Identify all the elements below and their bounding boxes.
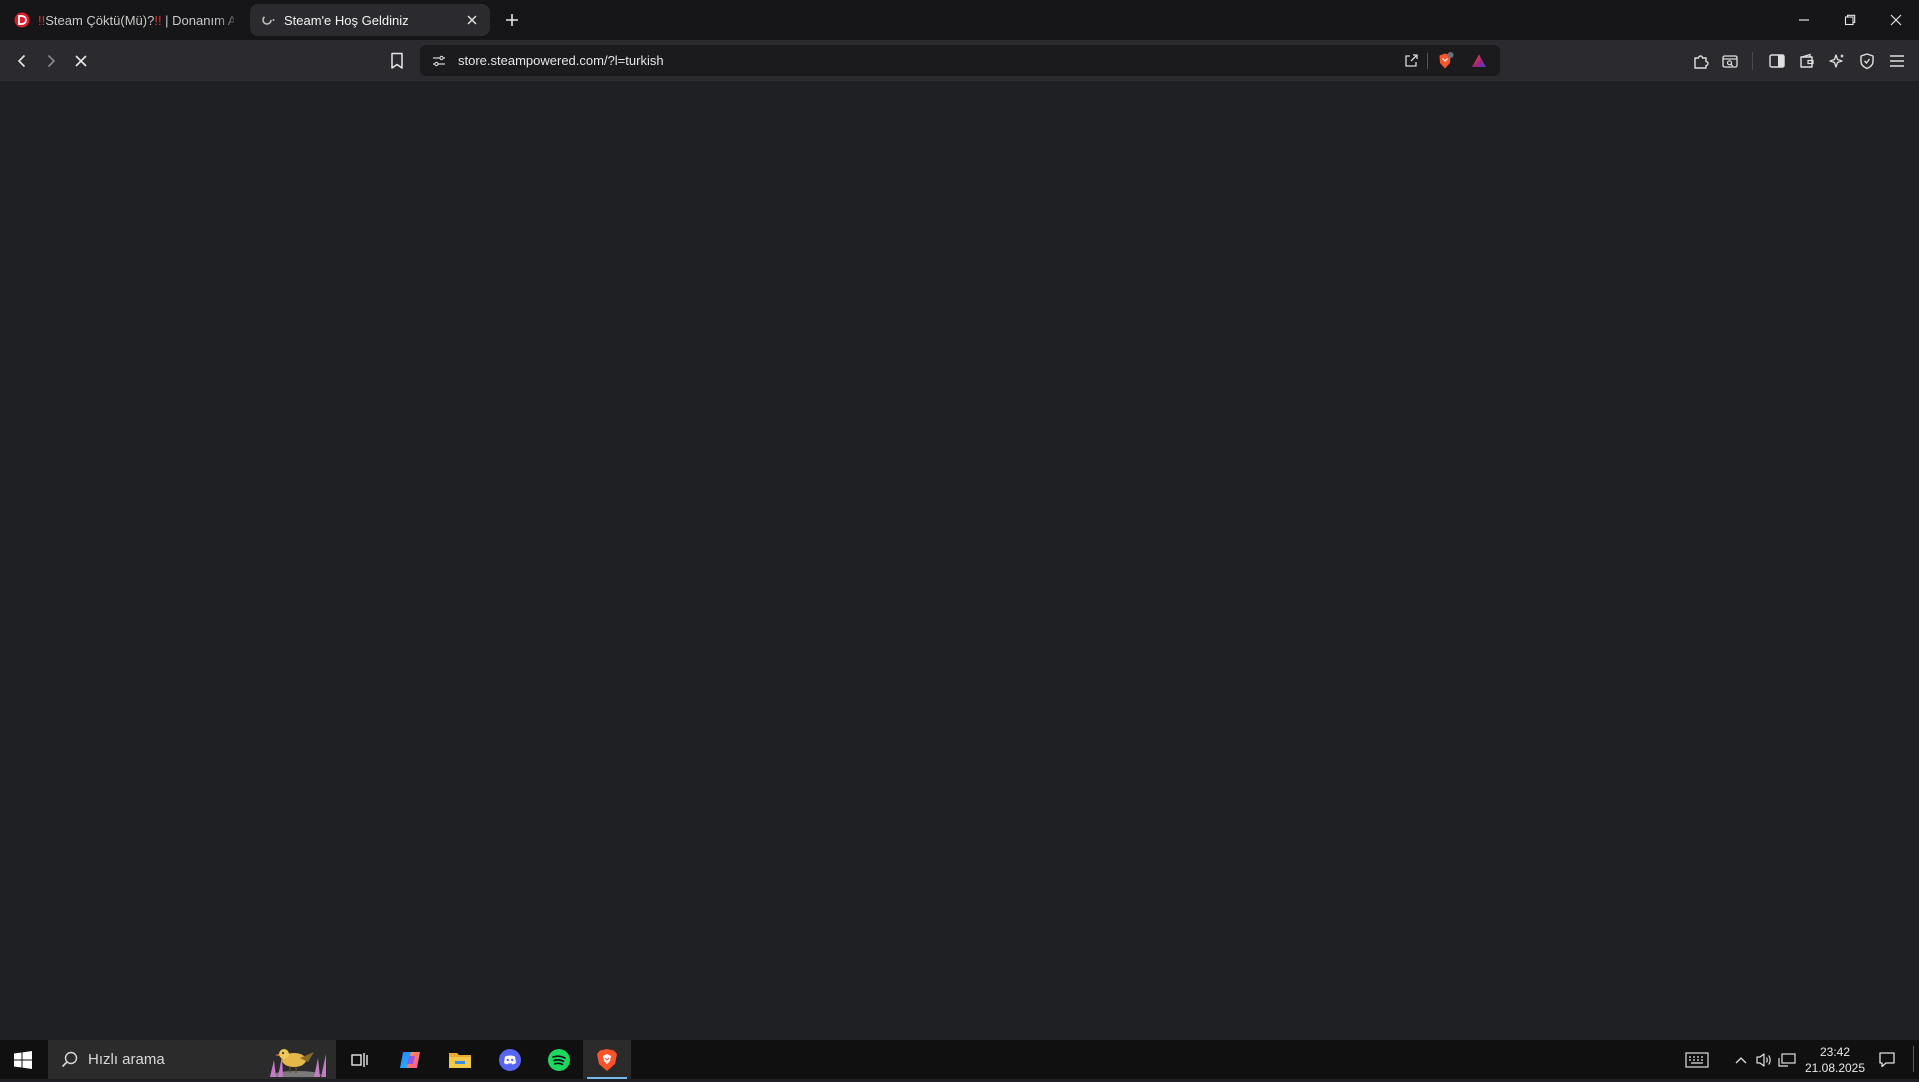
notification-center-icon[interactable] xyxy=(1872,1040,1902,1079)
forward-icon[interactable] xyxy=(38,48,64,74)
extensions-icon[interactable] xyxy=(1688,48,1714,74)
search-placeholder: Hızlı arama xyxy=(88,1051,165,1068)
discord-icon[interactable] xyxy=(486,1040,534,1079)
toolbar-divider xyxy=(1752,52,1753,70)
windows-start-icon[interactable] xyxy=(0,1040,46,1079)
windows-taskbar: Hızlı arama 23:42 21.08.2025 xyxy=(0,1040,1919,1079)
task-view-icon[interactable] xyxy=(336,1040,384,1079)
tab-donanim-arsivi[interactable]: !!Steam Çöktü(Mü)?!! | Donanım Ar xyxy=(4,4,244,36)
keyboard-language-icon[interactable] xyxy=(1682,1040,1712,1079)
brave-rewards-icon[interactable] xyxy=(1468,50,1490,72)
page-content-loading xyxy=(0,81,1919,1040)
search-icon xyxy=(60,1050,80,1070)
clock-time: 23:42 xyxy=(1819,1045,1851,1059)
search-highlight-bird-illustration xyxy=(264,1042,330,1079)
minimize-icon[interactable] xyxy=(1781,0,1827,40)
file-explorer-icon[interactable] xyxy=(436,1040,484,1079)
donanimarsivi-logo-icon xyxy=(14,12,30,28)
system-clock[interactable]: 23:42 21.08.2025 xyxy=(1800,1044,1870,1076)
leo-ai-icon[interactable] xyxy=(1824,48,1850,74)
close-tab-icon[interactable] xyxy=(464,12,480,28)
tab-steam-store[interactable]: Steam'e Hoş Geldiniz xyxy=(250,4,490,36)
taskbar-search-box[interactable]: Hızlı arama xyxy=(48,1040,336,1079)
chevron-up-icon[interactable] xyxy=(1731,1040,1751,1079)
browser-toolbar: store.steampowered.com/?l=turkish xyxy=(0,40,1919,82)
address-bar-divider xyxy=(1427,53,1428,69)
clock-date: 21.08.2025 xyxy=(1804,1061,1866,1075)
share-icon[interactable] xyxy=(1400,50,1422,72)
restore-icon[interactable] xyxy=(1827,0,1873,40)
spotify-icon[interactable] xyxy=(535,1040,583,1079)
address-bar[interactable]: store.steampowered.com/?l=turkish xyxy=(420,45,1500,76)
back-icon[interactable] xyxy=(9,48,35,74)
brave-browser-icon[interactable] xyxy=(583,1040,631,1079)
tab-title: Steam'e Hoş Geldiniz xyxy=(284,12,409,28)
menu-icon[interactable] xyxy=(1884,48,1910,74)
brave-shields-icon[interactable] xyxy=(1434,50,1456,72)
site-info-icon[interactable] xyxy=(428,50,450,72)
copilot-icon[interactable] xyxy=(386,1040,434,1079)
stop-loading-icon[interactable] xyxy=(68,48,94,74)
loading-spinner-icon xyxy=(260,12,276,28)
vpn-icon[interactable] xyxy=(1854,48,1880,74)
tab-search-icon[interactable] xyxy=(1717,48,1743,74)
tab-title-fade xyxy=(214,4,244,36)
close-icon[interactable] xyxy=(1873,0,1919,40)
new-tab-button[interactable] xyxy=(500,8,524,32)
tab-strip: !!Steam Çöktü(Mü)?!! | Donanım Ar Steam'… xyxy=(0,0,1919,40)
network-icon[interactable] xyxy=(1776,1040,1798,1079)
sidebar-icon[interactable] xyxy=(1764,48,1790,74)
url-text: store.steampowered.com/?l=turkish xyxy=(458,53,664,68)
wallet-icon[interactable] xyxy=(1794,48,1820,74)
tab-title: !!Steam Çöktü(Mü)?!! | Donanım Ar xyxy=(38,12,234,28)
bookmark-icon[interactable] xyxy=(384,48,410,74)
show-desktop-button[interactable] xyxy=(1913,1046,1919,1072)
volume-icon[interactable] xyxy=(1753,1040,1775,1079)
